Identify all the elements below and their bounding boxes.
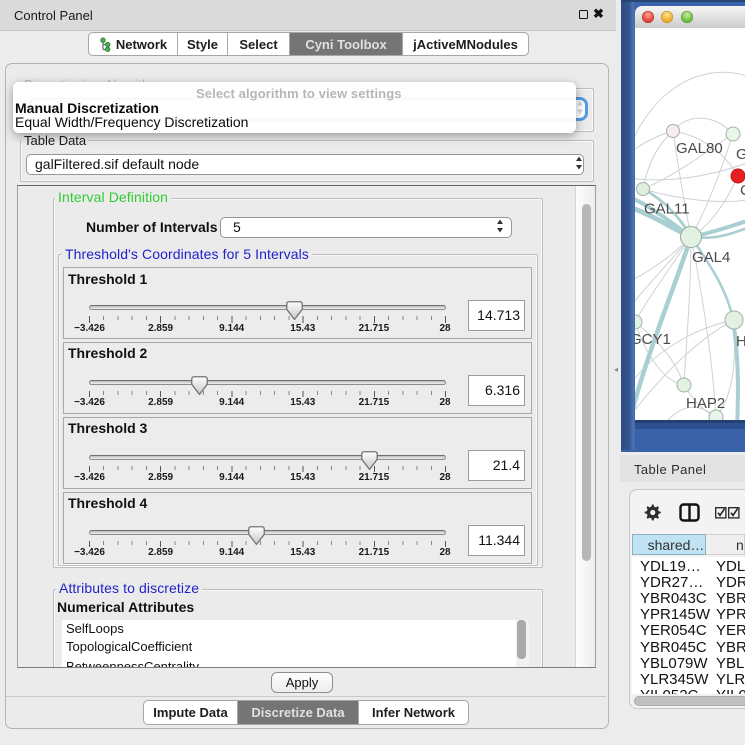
svg-text:HIS4: HIS4 xyxy=(736,333,745,350)
svg-text:GCY1: GCY1 xyxy=(635,331,671,348)
svg-text:GAL80: GAL80 xyxy=(676,140,723,157)
svg-text:GAL4: GAL4 xyxy=(692,249,730,266)
svg-text:C: C xyxy=(740,182,745,199)
svg-text:HAP2: HAP2 xyxy=(686,395,725,412)
svg-text:GAL11: GAL11 xyxy=(644,201,690,218)
svg-text:GAL1: GAL1 xyxy=(736,146,745,163)
